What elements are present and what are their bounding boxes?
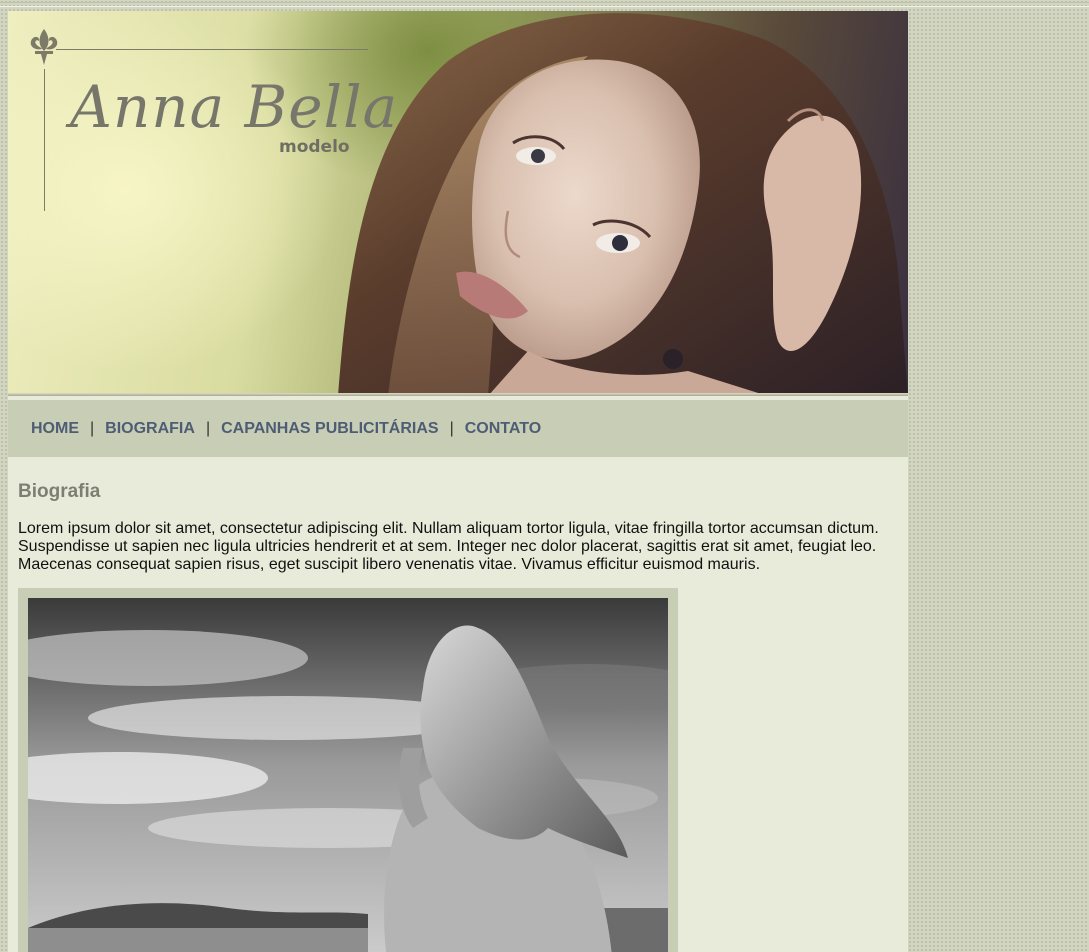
nav-item-home[interactable]: HOME — [31, 420, 79, 438]
logo-frame-line — [44, 69, 45, 211]
nav-item-biografia[interactable]: BIOGRAFIA — [105, 420, 195, 438]
page-container: Anna Bella modelo HOME | BIOGRAFIA | CAP… — [8, 11, 908, 952]
photo-frame — [18, 588, 678, 952]
header-divider — [8, 393, 908, 396]
page-title: Biografia — [18, 481, 101, 502]
logo-frame-line — [56, 49, 368, 50]
fleur-de-lis-icon — [30, 29, 58, 65]
top-rule — [0, 2, 1089, 7]
logo-name: Anna Bella — [70, 73, 399, 141]
main-nav: HOME | BIOGRAFIA | CAPANHAS PUBLICITÁRIA… — [8, 400, 908, 457]
nav-separator: | — [449, 419, 454, 437]
logo-subtitle: modelo — [279, 137, 350, 157]
header-banner: Anna Bella modelo — [8, 11, 908, 396]
main-content: Biografia Lorem ipsum dolor sit amet, co… — [18, 481, 898, 574]
biography-photo — [28, 598, 668, 952]
nav-item-contato[interactable]: CONTATO — [465, 420, 541, 438]
biography-photo-image — [28, 598, 668, 952]
biography-paragraph: Lorem ipsum dolor sit amet, consectetur … — [18, 520, 879, 573]
header-portrait-image — [338, 13, 908, 396]
nav-item-capanhas-publicitarias[interactable]: CAPANHAS PUBLICITÁRIAS — [221, 420, 438, 438]
nav-separator: | — [90, 419, 95, 437]
nav-separator: | — [205, 419, 211, 437]
